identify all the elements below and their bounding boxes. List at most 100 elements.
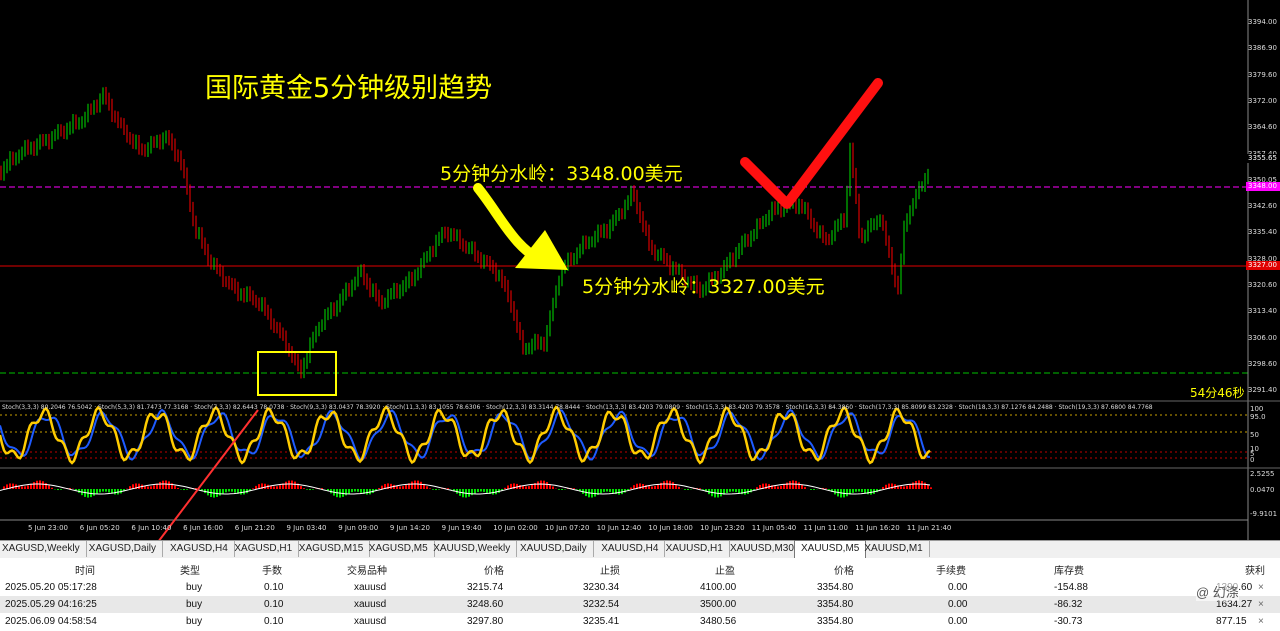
table-row[interactable]: 2025.05.20 05:17:28 buy 0.10 xauusd 3215.74 3… xyxy=(0,579,1280,596)
macd-bar xyxy=(846,489,848,497)
macd-bar xyxy=(21,486,23,489)
macd-bar xyxy=(780,485,782,489)
macd-bar xyxy=(561,489,563,491)
macd-bar xyxy=(39,480,41,489)
macd-bar xyxy=(552,486,554,489)
macd-bar xyxy=(651,486,653,489)
time-axis-label: 9 Jun 09:00 xyxy=(338,524,379,532)
macd-bar xyxy=(648,486,650,489)
table-row[interactable]: 2025.06.09 04:58:54 buy 0.10 xauusd 3297.80 3… xyxy=(0,613,1280,630)
candlestick-series xyxy=(0,86,929,379)
close-position-icon[interactable]: × xyxy=(1258,599,1264,610)
macd-bar xyxy=(477,489,479,493)
macd-bar xyxy=(354,489,356,492)
cell-lots: 0.10 xyxy=(264,599,284,610)
macd-bar xyxy=(603,489,605,492)
cell-commission: 0.00 xyxy=(948,616,968,627)
chart-tab[interactable]: XAGUSD,Daily xyxy=(83,541,164,557)
macd-bar xyxy=(183,489,185,491)
macd-bar xyxy=(264,483,266,489)
price-axis-label: 3313.40 xyxy=(1248,307,1277,316)
chart-tab[interactable]: XAUUSD,M5 xyxy=(794,540,867,559)
macd-bar xyxy=(381,485,383,489)
macd-bar xyxy=(528,486,530,489)
macd-bar xyxy=(798,482,800,489)
macd-bar xyxy=(906,485,908,489)
macd-bar xyxy=(222,489,224,494)
macd-bar xyxy=(813,489,815,490)
macd-bar xyxy=(351,489,353,493)
stoch-axis-label: 95.0 xyxy=(1250,413,1266,421)
macd-bar xyxy=(915,480,917,489)
macd-bar xyxy=(405,484,407,489)
macd-bar xyxy=(399,486,401,489)
macd-bar xyxy=(666,480,668,489)
macd-bar xyxy=(438,489,440,490)
macd-bar xyxy=(912,482,914,489)
time-axis-label: 10 Jun 18:00 xyxy=(648,524,693,532)
macd-bar xyxy=(402,486,404,489)
close-position-icon[interactable]: × xyxy=(1258,582,1264,593)
macd-bar xyxy=(630,487,632,489)
macd-bar xyxy=(609,489,611,492)
macd-bar xyxy=(234,489,236,493)
chart-tab[interactable]: XAUUSD,H4 xyxy=(595,541,666,557)
chart-tab[interactable]: XAGUSD,H4 xyxy=(164,541,235,557)
macd-bar xyxy=(102,489,104,492)
macd-bar xyxy=(483,489,485,492)
chart-tab[interactable]: XAGUSD,M5 xyxy=(363,541,435,557)
macd-bar xyxy=(684,489,686,490)
chart-tab[interactable]: XAGUSD,Weekly xyxy=(0,541,87,557)
macd-bar xyxy=(414,480,416,489)
macd-bar xyxy=(540,480,542,489)
chart-canvas[interactable] xyxy=(0,0,1280,540)
macd-bar xyxy=(312,489,314,490)
table-row[interactable]: 2025.05.29 04:16:25 buy 0.10 xauusd 3248.60 3… xyxy=(0,596,1280,613)
chart-tab[interactable]: XAGUSD,M15 xyxy=(293,541,371,557)
chart-tab[interactable]: XAUUSD,Weekly xyxy=(427,541,518,557)
macd-bar xyxy=(789,481,791,489)
stoch-axis-label: 50 xyxy=(1250,431,1259,439)
macd-bar xyxy=(60,489,62,490)
macd-bar xyxy=(303,488,305,489)
cell-time: 2025.05.29 04:16:25 xyxy=(5,599,97,610)
macd-bar xyxy=(177,487,179,489)
chart-tab[interactable]: XAUUSD,Daily xyxy=(514,541,594,557)
macd-bar xyxy=(231,489,233,492)
price-chart[interactable]: 国际黄金5分钟级别趋势 5分钟分水岭：3348.00美元 5分钟分水岭：3327… xyxy=(0,0,1280,540)
chart-tab[interactable]: XAUUSD,M30 xyxy=(724,541,801,557)
macd-bar xyxy=(306,489,308,490)
macd-bar xyxy=(861,489,863,493)
macd-bar xyxy=(699,488,701,489)
chart-tab[interactable]: XAUUSD,M1 xyxy=(858,541,930,557)
chart-tab[interactable]: XAUUSD,H1 xyxy=(660,541,730,557)
macd-bar xyxy=(687,489,689,490)
macd-bar xyxy=(918,480,920,489)
price-axis-label: 3306.00 xyxy=(1248,333,1277,342)
macd-bar xyxy=(558,489,560,490)
cell-price: 3248.60 xyxy=(467,599,504,610)
macd-bar xyxy=(474,489,476,494)
macd-bar xyxy=(930,487,932,489)
time-axis-label: 11 Jun 21:40 xyxy=(906,524,952,532)
cell-sl: 3230.34 xyxy=(583,582,620,593)
macd-bar xyxy=(279,485,281,489)
chart-tab[interactable]: XAGUSD,H1 xyxy=(228,541,300,557)
cell-swap: -154.88 xyxy=(1054,582,1088,593)
cell-price: 3297.80 xyxy=(467,616,504,627)
macd-bar xyxy=(600,489,602,494)
macd-bar xyxy=(858,489,860,492)
macd-bar xyxy=(291,480,293,489)
macd-bar xyxy=(900,486,902,489)
close-position-icon[interactable]: × xyxy=(1258,616,1264,627)
macd-bar xyxy=(309,489,311,491)
macd-histogram xyxy=(0,480,932,498)
macd-bar xyxy=(903,486,905,489)
macd-bar xyxy=(825,488,827,489)
time-axis-label: 6 Jun 16:00 xyxy=(183,524,224,532)
cell-commission: 0.00 xyxy=(948,599,968,610)
cell-time: 2025.06.09 04:58:54 xyxy=(5,616,97,627)
price-axis-label: 3298.60 xyxy=(1248,359,1277,368)
cell-tp: 4100.00 xyxy=(700,582,737,593)
macd-bar xyxy=(186,489,188,490)
